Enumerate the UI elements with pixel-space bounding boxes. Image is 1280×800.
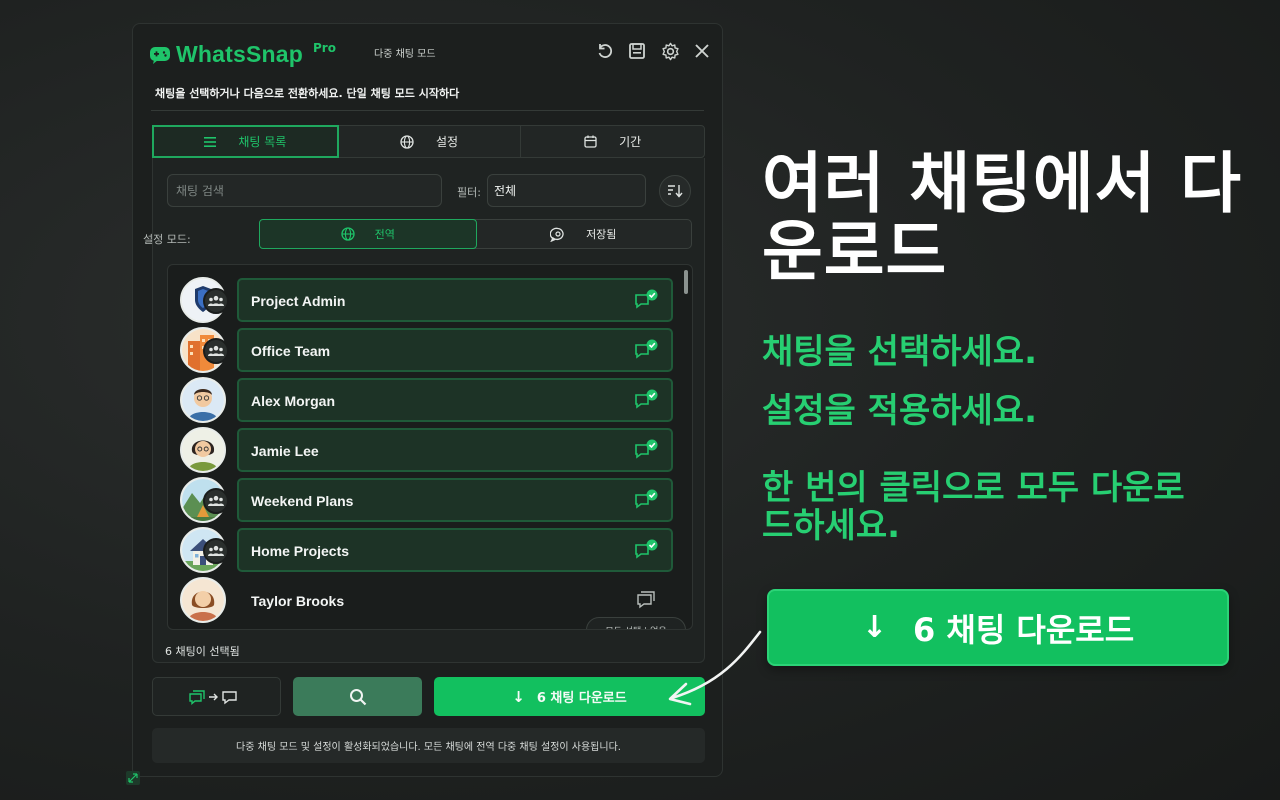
settings-button[interactable] xyxy=(659,40,681,62)
settings-mode-label: 설정 모드: xyxy=(143,233,191,246)
chat-selected-icon xyxy=(635,539,658,559)
settings-mode-global-label: 전역 xyxy=(374,228,395,241)
chat-item[interactable]: Alex Morgan xyxy=(237,378,673,422)
chat-row[interactable]: Weekend Plans xyxy=(180,477,676,523)
tab-settings[interactable]: 설정 xyxy=(338,126,522,157)
hero-download-button[interactable]: ↓ 6 채팅 다운로드 xyxy=(767,589,1229,666)
chat-list-panel: 필터: 전체 설정 모드: 전역 저장됨 xyxy=(143,158,705,663)
filter-label: 필터: xyxy=(457,186,481,199)
chat-selected-icon xyxy=(635,489,658,509)
chat-row[interactable]: Project Admin xyxy=(180,277,676,323)
multi-to-single-icon xyxy=(188,689,237,705)
globe-icon xyxy=(400,134,414,149)
gear-icon xyxy=(661,42,679,60)
save-icon xyxy=(629,43,645,59)
chat-row[interactable]: Office Team xyxy=(180,327,676,373)
settings-mode-saved[interactable]: 저장됨 xyxy=(476,220,692,248)
hero-line-3: 한 번의 클릭으로 모두 다운로드하세요. xyxy=(762,468,1185,546)
header: WhatsSnap Pro 다중 채팅 모드 xyxy=(133,24,722,78)
arrow-down-icon: ↓ xyxy=(861,610,887,645)
tab-bar: 채팅 목록 설정 기간 xyxy=(152,125,705,158)
search-button[interactable] xyxy=(293,677,422,716)
avatar xyxy=(180,427,226,473)
tab-label: 채팅 목록 xyxy=(238,135,287,149)
app-name: WhatsSnap xyxy=(176,41,304,67)
switch-single-chat-button[interactable] xyxy=(152,677,281,716)
hero-download-label: 6 채팅 다운로드 xyxy=(912,610,1135,649)
status-message: 다중 채팅 모드 및 설정이 활성화되었습니다. 모든 채팅에 전역 다중 채팅… xyxy=(152,728,705,763)
arrow-down-icon: ↓ xyxy=(512,687,525,706)
resize-handle[interactable] xyxy=(126,771,140,785)
chat-item[interactable]: Jamie Lee xyxy=(237,428,673,472)
expand-icon xyxy=(128,773,138,783)
chat-name: Project Admin xyxy=(251,293,346,309)
group-icon xyxy=(203,488,229,514)
chat-gear-icon xyxy=(550,227,566,242)
search-input[interactable] xyxy=(167,174,442,207)
chat-item[interactable]: Project Admin xyxy=(237,278,673,322)
sort-button[interactable] xyxy=(659,175,691,207)
chat-unselected-icon xyxy=(637,591,655,609)
chat-selected-icon xyxy=(635,339,658,359)
chat-selected-icon xyxy=(635,439,658,459)
chat-item[interactable]: Taylor Brooks xyxy=(237,578,673,622)
chat-item[interactable]: Office Team xyxy=(237,328,673,372)
settings-mode-toggle: 전역 저장됨 xyxy=(259,219,692,249)
tab-period[interactable]: 기간 xyxy=(521,126,704,157)
settings-mode-saved-label: 저장됨 xyxy=(586,228,617,241)
hero-line-1: 채팅을 선택하세요. xyxy=(762,332,1037,372)
avatar xyxy=(180,377,226,423)
chat-row[interactable]: Jamie Lee xyxy=(180,427,676,473)
chat-item[interactable]: Weekend Plans xyxy=(237,478,673,522)
chat-selected-icon xyxy=(635,389,658,409)
group-icon xyxy=(203,538,229,564)
avatar xyxy=(180,577,226,623)
chat-name: Taylor Brooks xyxy=(251,593,345,609)
chat-name: Office Team xyxy=(251,343,331,359)
pro-badge: Pro xyxy=(313,41,336,55)
chat-name: Weekend Plans xyxy=(251,493,354,509)
mode-label: 다중 채팅 모드 xyxy=(374,49,436,60)
download-button-label: 6 채팅 다운로드 xyxy=(536,691,627,706)
gamepad-chat-icon xyxy=(149,45,171,65)
close-icon xyxy=(695,44,709,58)
chat-name: Alex Morgan xyxy=(251,393,336,409)
save-button[interactable] xyxy=(626,40,648,62)
chat-row[interactable]: Home Projects xyxy=(180,527,676,573)
list-icon xyxy=(204,136,217,147)
globe-icon xyxy=(340,227,355,241)
group-icon xyxy=(203,288,229,314)
app-window: WhatsSnap Pro 다중 채팅 모드 채팅을 선택하거나 다음으로 전환… xyxy=(132,23,723,777)
chat-list: Project Admin Office Team Alex Morgan Ja… xyxy=(167,264,693,630)
search-icon xyxy=(349,688,366,705)
tab-chat-list[interactable]: 채팅 목록 xyxy=(152,125,339,158)
settings-mode-global[interactable]: 전역 xyxy=(259,219,477,249)
app-logo: WhatsSnap xyxy=(149,41,303,68)
hero-line-2: 설정을 적용하세요. xyxy=(762,391,1037,431)
chat-name: Jamie Lee xyxy=(251,443,319,459)
divider xyxy=(151,110,704,111)
tab-label: 설정 xyxy=(435,135,459,149)
scrollbar-thumb[interactable] xyxy=(684,270,688,294)
chat-selected-icon xyxy=(635,289,658,309)
hero-title: 여러 채팅에서 다운로드 xyxy=(762,145,1242,290)
pointer-arrow xyxy=(668,630,762,706)
sort-icon xyxy=(668,185,683,198)
selected-count: 6 채팅이 선택됨 xyxy=(165,645,240,658)
group-icon xyxy=(203,338,229,364)
undo-button[interactable] xyxy=(594,40,616,62)
tab-label: 기간 xyxy=(619,135,642,149)
calendar-icon xyxy=(584,135,597,148)
undo-icon xyxy=(598,44,613,58)
chat-item[interactable]: Home Projects xyxy=(237,528,673,572)
chat-row[interactable]: Alex Morgan xyxy=(180,377,676,423)
close-button[interactable] xyxy=(691,40,713,62)
filter-select[interactable]: 전체 xyxy=(487,174,646,207)
instruction-text: 채팅을 선택하거나 다음으로 전환하세요. 단일 채팅 모드 시작하다 xyxy=(155,87,460,100)
chat-name: Home Projects xyxy=(251,543,350,559)
